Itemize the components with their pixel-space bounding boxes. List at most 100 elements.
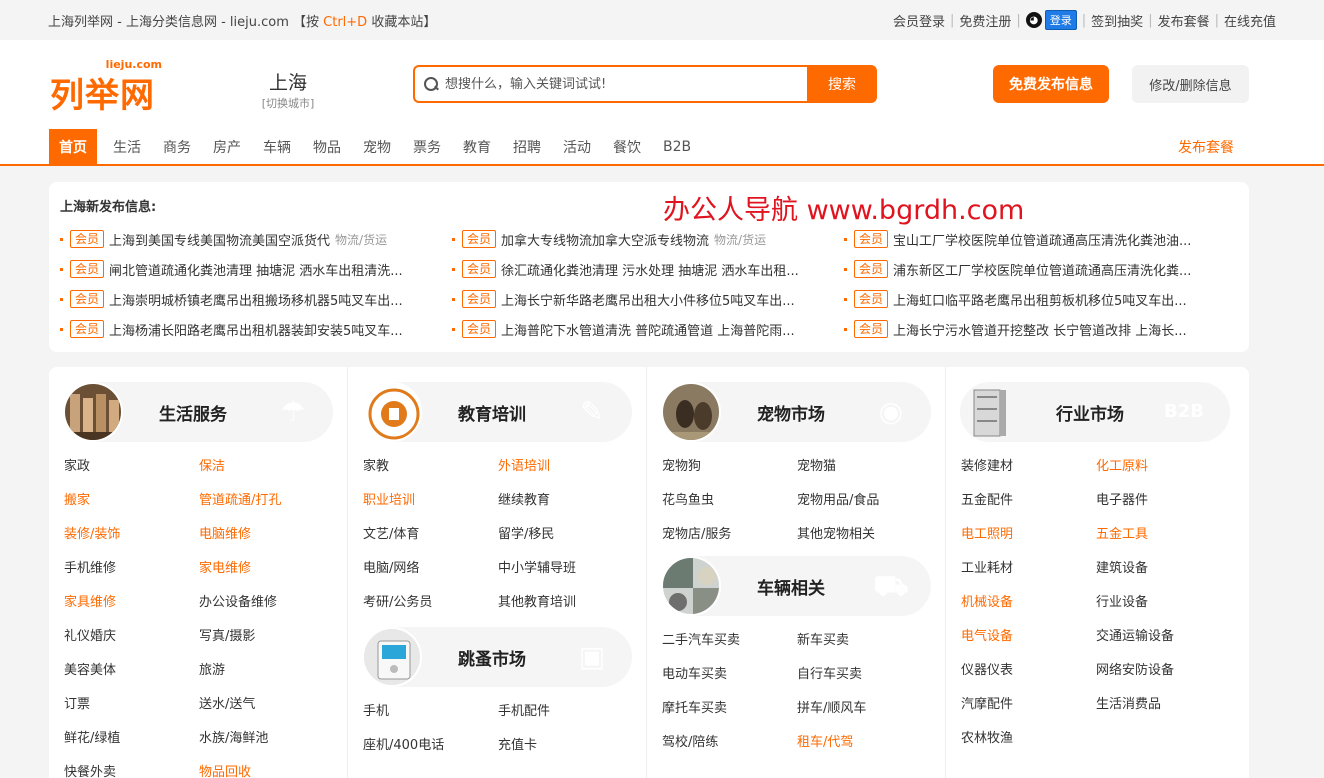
category-link[interactable]: 家电维修 <box>199 559 334 578</box>
category-link[interactable]: 旅游 <box>199 661 334 680</box>
category-link[interactable]: 继续教育 <box>498 491 633 510</box>
category-link[interactable]: 宠物狗 <box>662 457 797 476</box>
nav-food[interactable]: 餐饮 <box>602 129 652 164</box>
category-link[interactable]: 家政 <box>64 457 199 476</box>
edit-delete-button[interactable]: 修改/删除信息 <box>1132 65 1249 103</box>
nav-home[interactable]: 首页 <box>49 129 97 164</box>
post-title[interactable]: 上海虹口临平路老鹰吊出租剪板机移位5吨叉车出... <box>893 290 1187 309</box>
category-link[interactable]: 工业耗材 <box>961 559 1096 578</box>
category-link[interactable]: 生活消费品 <box>1096 695 1231 714</box>
post-title[interactable]: 上海普陀下水管道清洗 普陀疏通管道 上海普陀雨... <box>501 320 795 339</box>
checkin-lottery-link[interactable]: 签到抽奖 <box>1091 11 1143 30</box>
category-link[interactable]: 快餐外卖 <box>64 763 199 778</box>
category-link[interactable]: 电动车买卖 <box>662 665 797 684</box>
category-link[interactable]: 二手汽车买卖 <box>662 631 797 650</box>
category-link[interactable]: 中小学辅导班 <box>498 559 633 578</box>
post-item[interactable]: 会员 上海崇明城桥镇老鹰吊出租搬场移机器5吨叉车出... <box>60 290 452 308</box>
nav-b2b[interactable]: B2B <box>652 129 702 164</box>
category-link[interactable]: 自行车买卖 <box>797 665 932 684</box>
category-link[interactable]: 美容美体 <box>64 661 199 680</box>
category-link[interactable]: 电子器件 <box>1096 491 1231 510</box>
post-title[interactable]: 上海长宁新华路老鹰吊出租大小件移位5吨叉车出... <box>501 290 795 309</box>
category-link[interactable]: 网络安防设备 <box>1096 661 1231 680</box>
category-header[interactable]: 生活服务 ☂ <box>63 382 333 442</box>
post-item[interactable]: 会员 上海虹口临平路老鹰吊出租剪板机移位5吨叉车出... <box>844 290 1236 308</box>
category-header[interactable]: 宠物市场 ◉ <box>661 382 931 442</box>
category-link[interactable]: 拼车/顺风车 <box>797 699 932 718</box>
category-link[interactable]: 手机配件 <box>498 702 633 721</box>
post-title[interactable]: 徐汇疏通化粪池清理 污水处理 抽塘泥 洒水车出租... <box>501 260 799 279</box>
recharge-link[interactable]: 在线充值 <box>1224 11 1276 30</box>
category-link[interactable]: 职业培训 <box>363 491 498 510</box>
category-link[interactable]: 租车/代驾 <box>797 733 932 752</box>
category-link[interactable]: 家具维修 <box>64 593 199 612</box>
qq-login-button[interactable]: ◕ 登录 <box>1025 10 1077 30</box>
register-link[interactable]: 免费注册 <box>959 11 1011 30</box>
category-header[interactable]: 教育培训 ✎ <box>362 382 632 442</box>
package-link[interactable]: 发布套餐 <box>1158 11 1210 30</box>
category-link[interactable]: 办公设备维修 <box>199 593 334 612</box>
category-link[interactable]: 水族/海鲜池 <box>199 729 334 748</box>
category-link[interactable]: 电气设备 <box>961 627 1096 646</box>
nav-goods[interactable]: 物品 <box>302 129 352 164</box>
nav-life[interactable]: 生活 <box>102 129 152 164</box>
post-item[interactable]: 会员 加拿大专线物流加拿大空派专线物流 物流/货运 <box>452 230 844 248</box>
category-link[interactable]: 鲜花/绿植 <box>64 729 199 748</box>
category-link[interactable]: 电工照明 <box>961 525 1096 544</box>
category-link[interactable]: 电脑/网络 <box>363 559 498 578</box>
post-title[interactable]: 宝山工厂学校医院单位管道疏通高压清洗化粪池油... <box>893 230 1191 249</box>
category-link[interactable]: 装修/装饰 <box>64 525 199 544</box>
post-item[interactable]: 会员 上海普陀下水管道清洗 普陀疏通管道 上海普陀雨... <box>452 320 844 338</box>
category-link[interactable]: 建筑设备 <box>1096 559 1231 578</box>
category-link[interactable]: 化工原料 <box>1096 457 1231 476</box>
nav-business[interactable]: 商务 <box>152 129 202 164</box>
city-selector[interactable]: 上海 [切换城市] <box>258 68 318 111</box>
nav-package-link[interactable]: 发布套餐 <box>1178 129 1234 164</box>
category-link[interactable]: 汽摩配件 <box>961 695 1096 714</box>
post-item[interactable]: 会员 徐汇疏通化粪池清理 污水处理 抽塘泥 洒水车出租... <box>452 260 844 278</box>
category-link[interactable]: 保洁 <box>199 457 334 476</box>
post-title[interactable]: 上海长宁污水管道开挖整改 长宁管道改排 上海长... <box>893 320 1187 339</box>
category-header[interactable]: 跳蚤市场 ▣ <box>362 627 632 687</box>
category-link[interactable]: 外语培训 <box>498 457 633 476</box>
post-title[interactable]: 加拿大专线物流加拿大空派专线物流 <box>501 230 709 249</box>
category-link[interactable]: 仪器仪表 <box>961 661 1096 680</box>
category-link[interactable]: 交通运输设备 <box>1096 627 1231 646</box>
category-link[interactable]: 写真/摄影 <box>199 627 334 646</box>
category-link[interactable]: 花鸟鱼虫 <box>662 491 797 510</box>
category-link[interactable]: 电脑维修 <box>199 525 334 544</box>
post-category[interactable]: 物流/货运 <box>714 231 766 248</box>
category-link[interactable]: 宠物店/服务 <box>662 525 797 544</box>
category-link[interactable]: 其他宠物相关 <box>797 525 932 544</box>
category-link[interactable]: 手机 <box>363 702 498 721</box>
post-title[interactable]: 闸北管道疏通化粪池清理 抽塘泥 洒水车出租清洗... <box>109 260 403 279</box>
switch-city-link[interactable]: [切换城市] <box>258 95 318 111</box>
category-link[interactable]: 机械设备 <box>961 593 1096 612</box>
category-header[interactable]: 行业市场 B2B <box>960 382 1231 442</box>
category-link[interactable]: 礼仪婚庆 <box>64 627 199 646</box>
category-link[interactable]: 订票 <box>64 695 199 714</box>
search-button[interactable]: 搜索 <box>807 65 877 103</box>
category-link[interactable]: 文艺/体育 <box>363 525 498 544</box>
site-logo[interactable]: lieju.com 列举网 <box>48 58 168 116</box>
category-link[interactable]: 农林牧渔 <box>961 729 1096 748</box>
nav-vehicle[interactable]: 车辆 <box>252 129 302 164</box>
post-item[interactable]: 会员 闸北管道疏通化粪池清理 抽塘泥 洒水车出租清洗... <box>60 260 452 278</box>
category-link[interactable]: 手机维修 <box>64 559 199 578</box>
nav-ticket[interactable]: 票务 <box>402 129 452 164</box>
post-title[interactable]: 上海杨浦长阳路老鹰吊出租机器装卸安装5吨叉车... <box>109 320 403 339</box>
search-input[interactable] <box>445 76 807 92</box>
category-link[interactable]: 管道疏通/打孔 <box>199 491 334 510</box>
category-link[interactable]: 考研/公务员 <box>363 593 498 612</box>
category-link[interactable]: 五金配件 <box>961 491 1096 510</box>
category-link[interactable]: 家教 <box>363 457 498 476</box>
post-item[interactable]: 会员 上海长宁新华路老鹰吊出租大小件移位5吨叉车出... <box>452 290 844 308</box>
nav-events[interactable]: 活动 <box>552 129 602 164</box>
category-link[interactable]: 座机/400电话 <box>363 736 498 755</box>
post-category[interactable]: 物流/货运 <box>335 231 387 248</box>
category-link[interactable]: 留学/移民 <box>498 525 633 544</box>
nav-education[interactable]: 教育 <box>452 129 502 164</box>
post-item[interactable]: 会员 宝山工厂学校医院单位管道疏通高压清洗化粪池油... <box>844 230 1236 248</box>
category-header[interactable]: 车辆相关 ⛟ <box>661 556 931 616</box>
category-link[interactable]: 驾校/陪练 <box>662 733 797 752</box>
